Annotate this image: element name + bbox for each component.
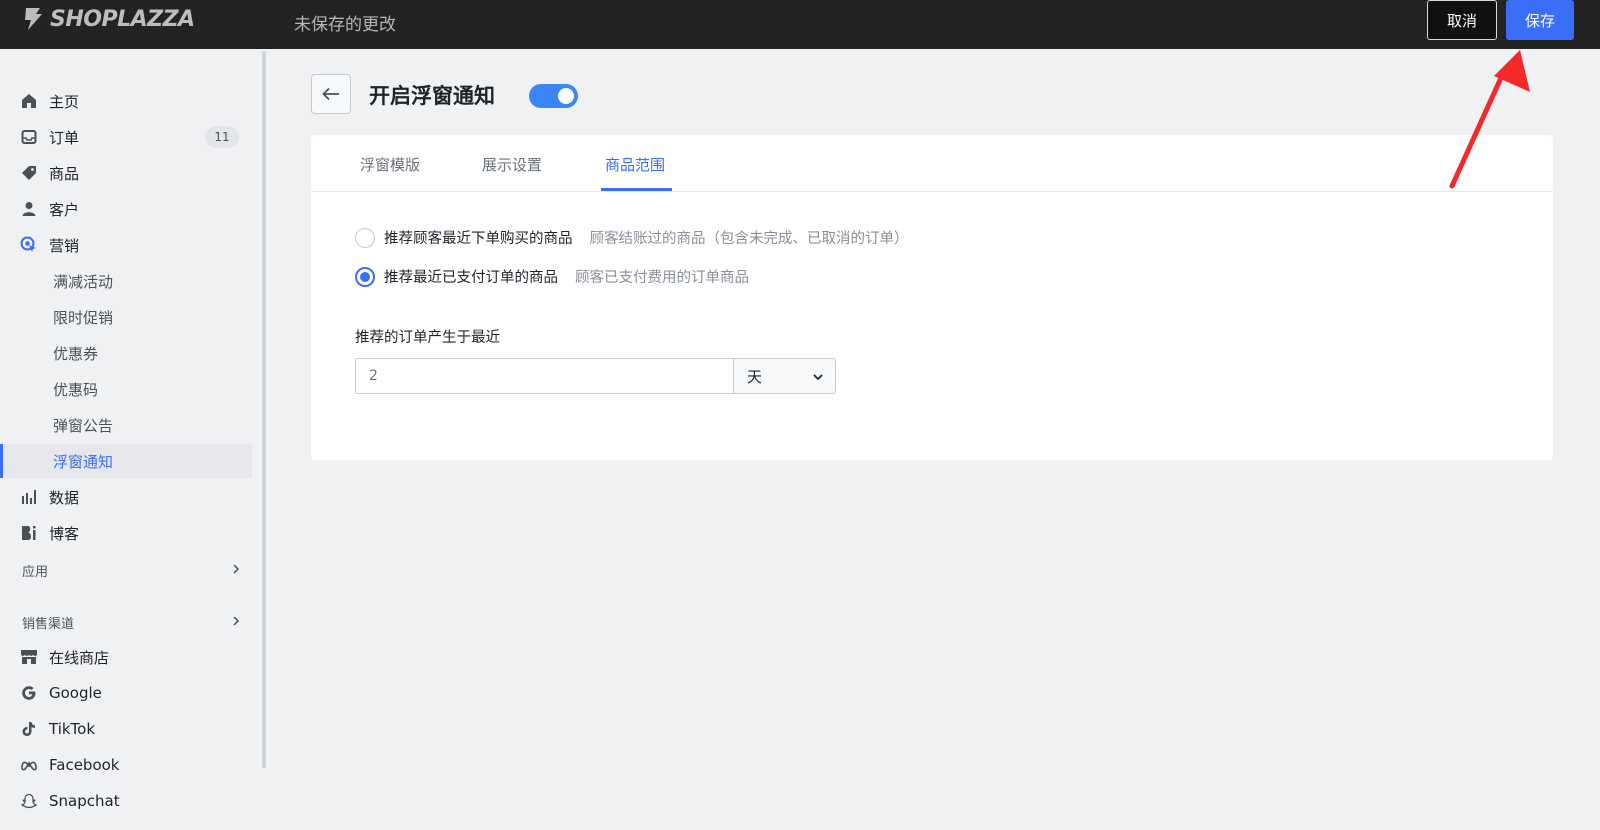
option-hint: 顾客已支付费用的订单商品 [575, 270, 749, 286]
sidebar-item-label: 营销 [49, 236, 80, 255]
sidebar-item-label: 数据 [49, 488, 80, 507]
option-label: 推荐最近已支付订单的商品 [384, 270, 558, 286]
sidebar-item-label: Snapchat [49, 792, 120, 810]
marketing-icon [20, 236, 38, 254]
toggle-knob [558, 88, 574, 104]
sidebar-item-marketing[interactable]: 营销 [0, 228, 252, 262]
option-recent-ordered-products[interactable]: 推荐顾客最近下单购买的商品 顾客结账过的商品（包含未完成、已取消的订单） [355, 227, 909, 248]
sidebar: 主页 订单 11 商品 客户 营销 满减活动 限时促销 优惠券 优惠码 弹窗公告… [0, 49, 260, 830]
store-icon [20, 648, 38, 666]
meta-icon [20, 756, 38, 774]
apps-section-label: 应用 [22, 565, 49, 580]
radio-recent-ordered[interactable] [355, 227, 375, 248]
sidebar-item-discount-codes[interactable]: 优惠码 [0, 372, 252, 406]
settings-card: 浮窗模版 展示设置 商品范围 推荐顾客最近下单购买的商品 顾客结账过的商品（包含… [311, 135, 1553, 460]
sidebar-item-label: 订单 [49, 128, 80, 147]
sidebar-item-orders[interactable]: 订单 11 [0, 120, 252, 154]
sidebar-item-label: 弹窗公告 [53, 416, 114, 435]
google-icon [20, 684, 38, 702]
option-label: 推荐顾客最近下单购买的商品 [384, 231, 573, 247]
sidebar-item-google[interactable]: Google [0, 676, 252, 710]
home-icon [20, 92, 38, 110]
top-bar: SHOPLAZZA 未保存的更改 取消 保存 [0, 0, 1600, 49]
tab-product-scope[interactable]: 商品范围 [605, 154, 665, 175]
sidebar-item-customers[interactable]: 客户 [0, 192, 252, 226]
chevron-right-icon[interactable] [231, 564, 241, 574]
order-period-label: 推荐的订单产生于最近 [355, 330, 500, 346]
sales-channels-section-label: 销售渠道 [22, 617, 75, 632]
orders-count-badge: 11 [205, 126, 239, 148]
option-hint: 顾客结账过的商品（包含未完成、已取消的订单） [589, 231, 909, 247]
time-unit-value: 天 [747, 367, 763, 386]
active-tab-indicator [601, 188, 672, 191]
sidebar-item-snapchat[interactable]: Snapchat [0, 784, 252, 818]
sidebar-item-floating-notification[interactable]: 浮窗通知 [0, 444, 252, 478]
blog-icon [20, 524, 38, 542]
logo-text: SHOPLAZZA [50, 6, 195, 32]
sidebar-item-label: Google [49, 684, 102, 702]
tag-icon [20, 164, 38, 182]
sidebar-item-label: 主页 [49, 92, 80, 111]
chevron-right-icon[interactable] [231, 616, 241, 626]
enable-floating-notification-toggle[interactable] [529, 84, 578, 108]
sidebar-item-discount-campaign[interactable]: 满减活动 [0, 264, 252, 298]
sidebar-item-label: 博客 [49, 524, 80, 543]
sidebar-item-label: 优惠券 [53, 344, 99, 363]
sidebar-item-label: 优惠码 [53, 380, 99, 399]
sidebar-item-online-store[interactable]: 在线商店 [0, 640, 252, 674]
sidebar-item-label: 在线商店 [49, 648, 110, 667]
snapchat-icon [20, 792, 38, 810]
chevron-down-icon [813, 374, 823, 381]
tiktok-icon [20, 720, 38, 738]
sidebar-item-tiktok[interactable]: TikTok [0, 712, 252, 746]
inbox-icon [20, 128, 38, 146]
sidebar-item-label: 客户 [49, 200, 80, 219]
sidebar-item-facebook[interactable]: Facebook [0, 748, 252, 782]
sidebar-item-label: TikTok [49, 720, 96, 738]
sidebar-item-home[interactable]: 主页 [0, 84, 252, 118]
tab-floating-template[interactable]: 浮窗模版 [360, 154, 420, 175]
sidebar-item-products[interactable]: 商品 [0, 156, 252, 190]
sidebar-item-label: 浮窗通知 [53, 452, 114, 471]
sidebar-item-popup-announcement[interactable]: 弹窗公告 [0, 408, 252, 442]
sidebar-item-label: Facebook [49, 756, 120, 774]
sidebar-item-label: 商品 [49, 164, 80, 183]
order-period-input[interactable] [355, 358, 733, 394]
sidebar-item-coupons[interactable]: 优惠券 [0, 336, 252, 370]
person-icon [20, 200, 38, 218]
bar-chart-icon [20, 488, 38, 506]
page-title: 开启浮窗通知 [369, 84, 495, 108]
option-recent-paid-products[interactable]: 推荐最近已支付订单的商品 顾客已支付费用的订单商品 [355, 266, 749, 287]
cancel-button[interactable]: 取消 [1427, 0, 1497, 40]
save-button[interactable]: 保存 [1506, 0, 1574, 40]
sidebar-item-label: 满减活动 [53, 272, 114, 291]
sidebar-item-flash-sale[interactable]: 限时促销 [0, 300, 252, 334]
tab-display-settings[interactable]: 展示设置 [482, 154, 542, 175]
logo-mark-icon [25, 8, 42, 30]
sidebar-item-label: 限时促销 [53, 308, 114, 327]
arrow-left-icon [322, 87, 339, 101]
tab-bar: 浮窗模版 展示设置 商品范围 [311, 135, 1553, 192]
sidebar-item-analytics[interactable]: 数据 [0, 480, 252, 514]
shoplazza-logo[interactable]: SHOPLAZZA [22, 6, 195, 32]
sidebar-scrollbar[interactable] [262, 51, 266, 768]
back-button[interactable] [311, 74, 351, 114]
time-unit-select[interactable]: 天 [733, 358, 836, 394]
unsaved-changes-text: 未保存的更改 [294, 15, 396, 35]
sidebar-item-blog[interactable]: 博客 [0, 516, 252, 550]
radio-recent-paid[interactable] [355, 266, 375, 287]
